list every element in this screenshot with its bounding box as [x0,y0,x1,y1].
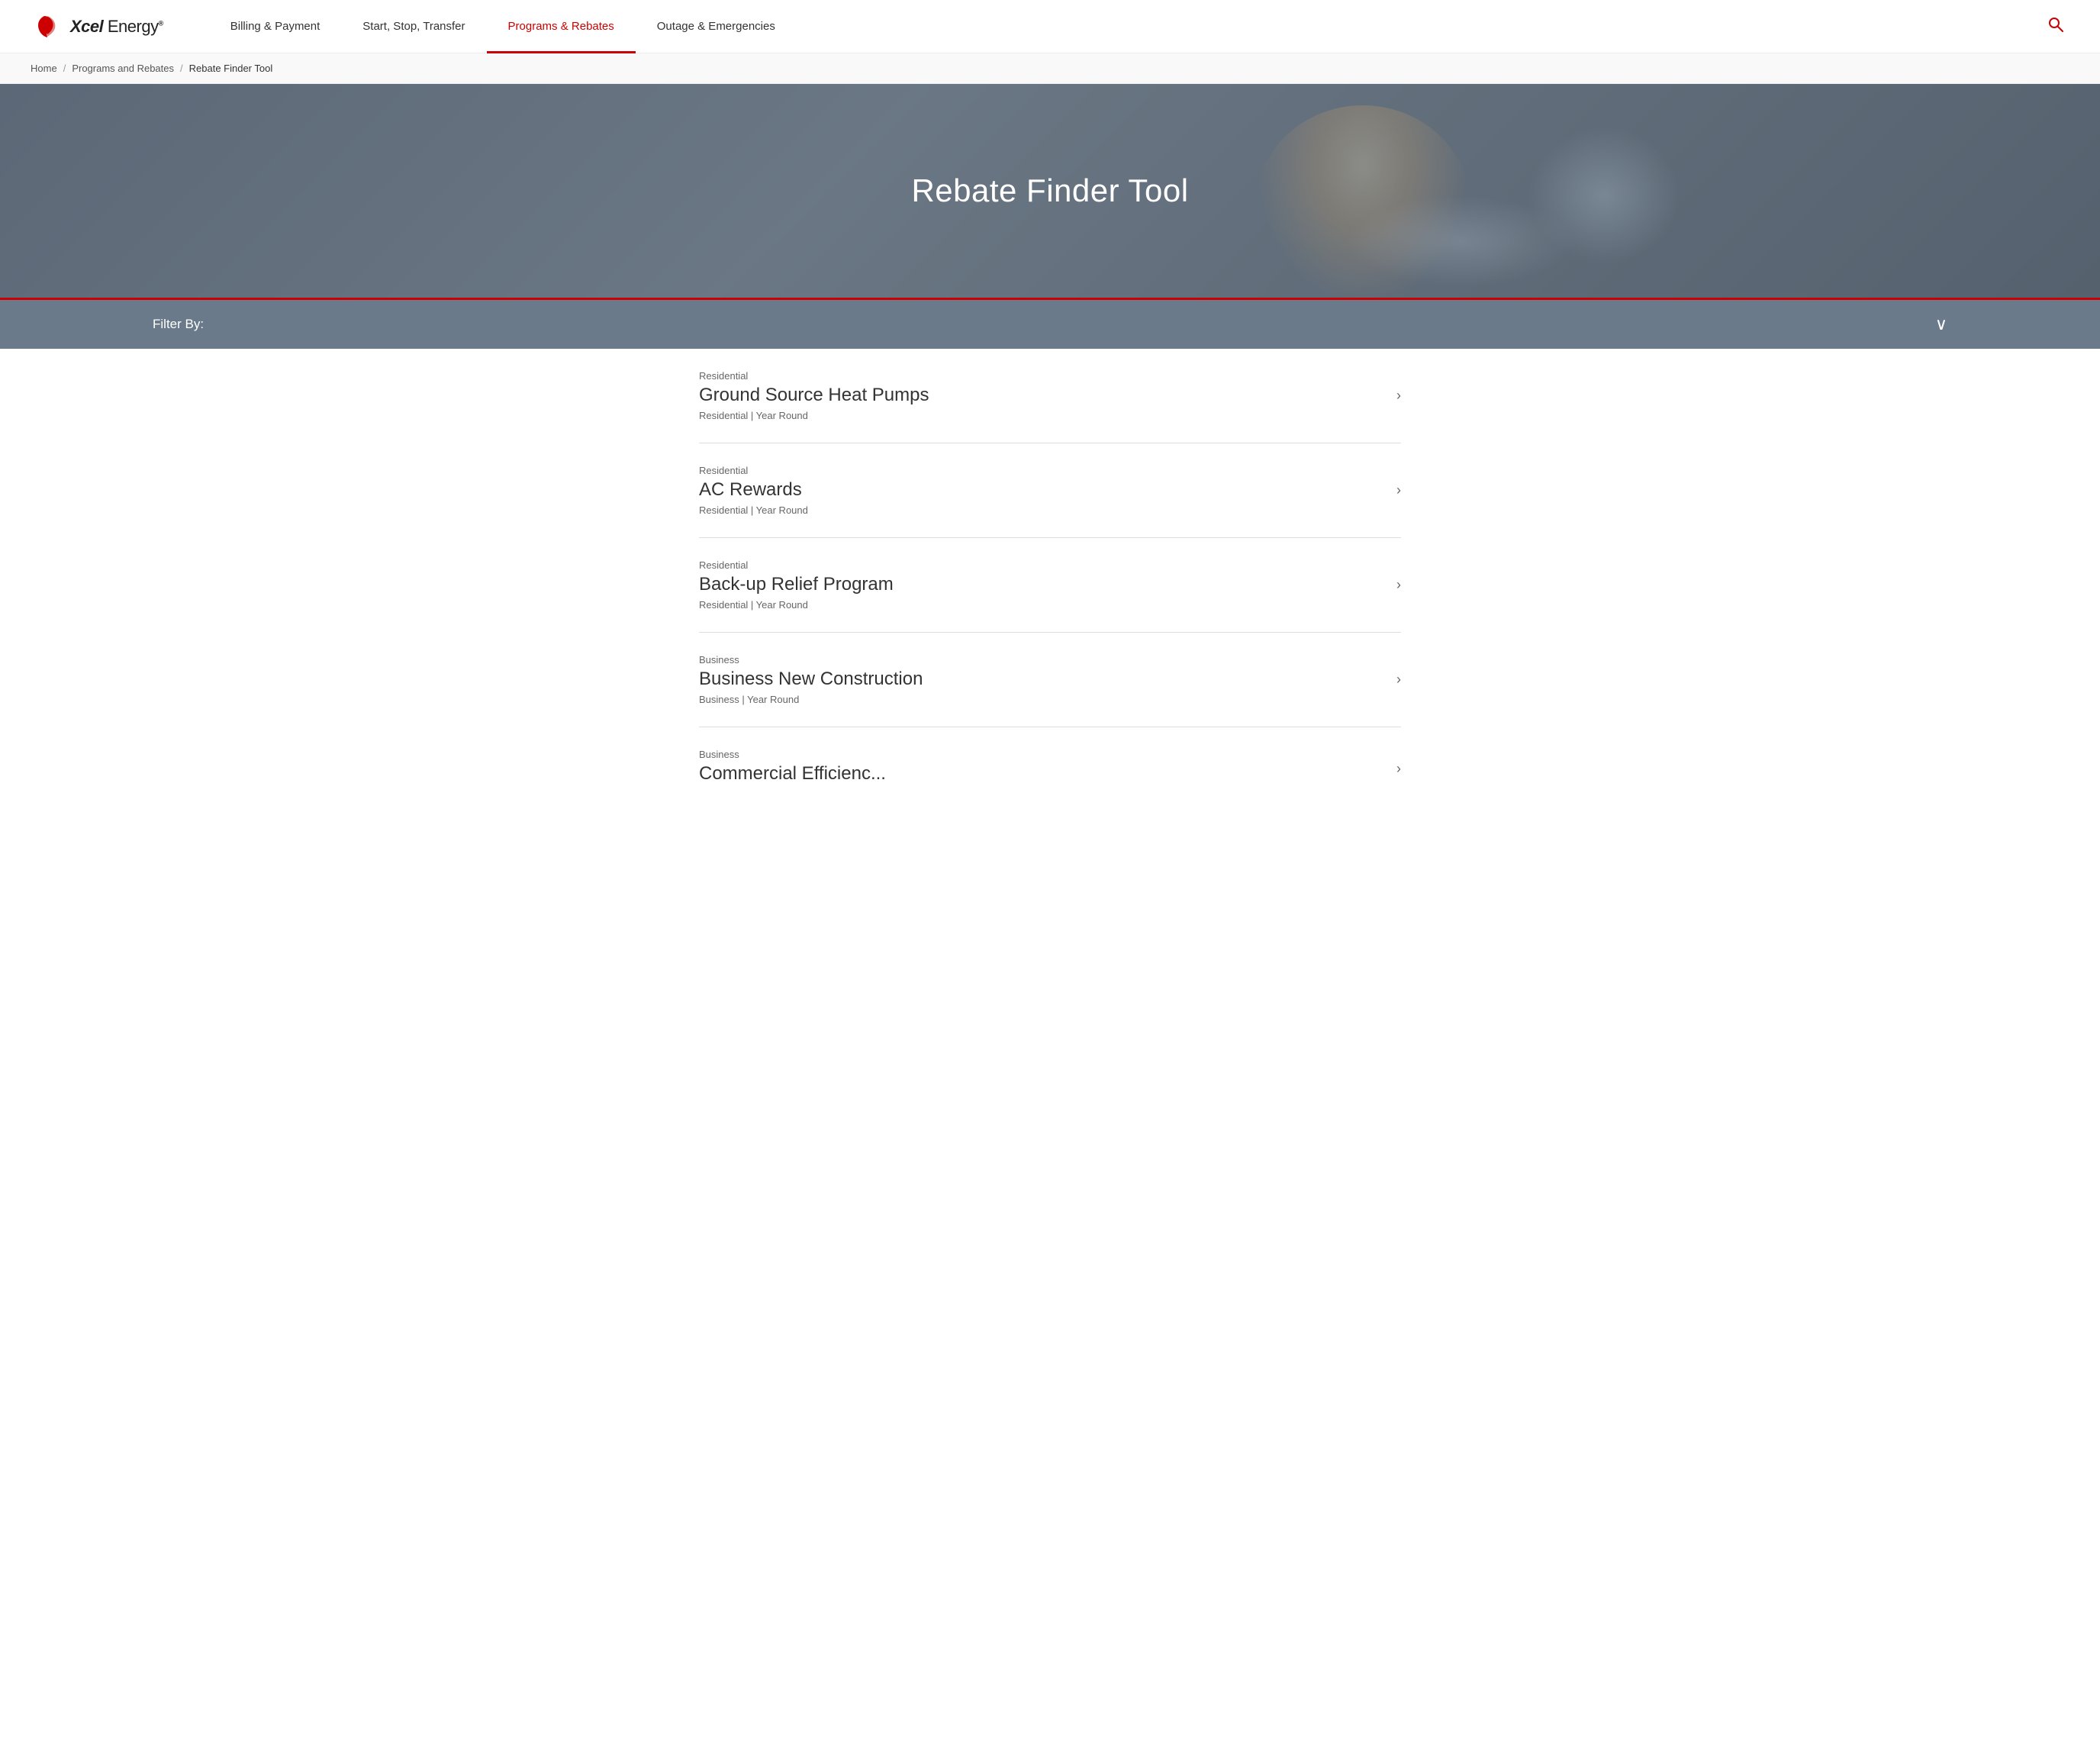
nav-billing[interactable]: Billing & Payment [209,0,342,53]
main-nav: Billing & Payment Start, Stop, Transfer … [209,0,2042,53]
result-title: AC Rewards [699,479,1381,501]
breadcrumb: Home / Programs and Rebates / Rebate Fin… [0,53,2100,84]
logo[interactable]: Xcel Energy® [31,10,163,44]
main-header: Xcel Energy® Billing & Payment Start, St… [0,0,2100,53]
page-title: Rebate Finder Tool [911,172,1188,209]
result-category: Residential [699,559,1381,571]
result-category: Residential [699,465,1381,476]
result-item-backup-relief[interactable]: Residential Back-up Relief Program Resid… [699,538,1401,633]
filter-label: Filter By: [153,317,204,332]
result-item-commercial-efficiency[interactable]: Business Commercial Efficienc... › [699,727,1401,810]
breadcrumb-sep-2: / [180,63,183,74]
result-content: Residential AC Rewards Residential | Yea… [699,465,1381,516]
result-category: Business [699,749,1381,760]
xcel-logo-icon [31,10,64,44]
result-content: Business Commercial Efficienc... [699,749,1381,788]
result-category: Residential [699,370,1381,382]
result-arrow-icon: › [1396,577,1401,593]
hero-section: Rebate Finder Tool [0,84,2100,298]
result-title: Back-up Relief Program [699,574,1381,595]
breadcrumb-current: Rebate Finder Tool [189,63,273,74]
breadcrumb-sep-1: / [63,63,66,74]
result-item-ac-rewards[interactable]: Residential AC Rewards Residential | Yea… [699,443,1401,538]
result-item-ground-source[interactable]: Residential Ground Source Heat Pumps Res… [699,349,1401,443]
result-title: Ground Source Heat Pumps [699,385,1381,406]
result-title: Commercial Efficienc... [699,763,1381,785]
filter-bar[interactable]: Filter By: ∨ [0,300,2100,349]
result-meta: Residential | Year Round [699,410,1381,421]
result-meta: Residential | Year Round [699,504,1381,516]
result-arrow-icon: › [1396,482,1401,498]
result-category: Business [699,654,1381,665]
nav-programs[interactable]: Programs & Rebates [487,0,636,53]
result-arrow-icon: › [1396,388,1401,404]
result-arrow-icon: › [1396,672,1401,688]
result-meta: Business | Year Round [699,694,1381,705]
result-content: Business Business New Construction Busin… [699,654,1381,705]
result-meta: Residential | Year Round [699,599,1381,611]
nav-start-stop[interactable]: Start, Stop, Transfer [341,0,486,53]
search-icon [2048,17,2063,32]
results-list: Residential Ground Source Heat Pumps Res… [684,349,1416,810]
result-title: Business New Construction [699,669,1381,690]
breadcrumb-home[interactable]: Home [31,63,57,74]
search-button[interactable] [2042,11,2069,42]
result-content: Residential Ground Source Heat Pumps Res… [699,370,1381,421]
breadcrumb-programs[interactable]: Programs and Rebates [72,63,174,74]
logo-text: Xcel Energy® [70,17,163,37]
result-content: Residential Back-up Relief Program Resid… [699,559,1381,611]
filter-chevron-icon: ∨ [1935,314,1947,334]
result-item-business-new-construction[interactable]: Business Business New Construction Busin… [699,633,1401,727]
result-arrow-icon: › [1396,761,1401,777]
nav-outage[interactable]: Outage & Emergencies [636,0,797,53]
